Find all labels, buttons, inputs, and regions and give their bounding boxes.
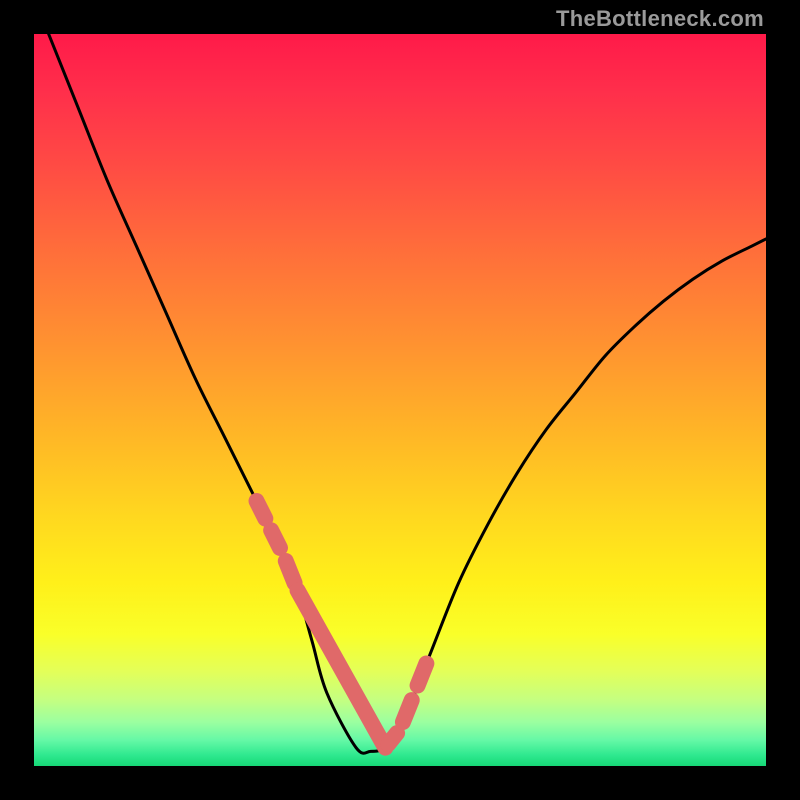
plot-area <box>34 34 766 766</box>
curve-layer <box>34 34 766 766</box>
highlight-segment <box>286 561 295 583</box>
highlight-segment <box>388 733 397 744</box>
watermark-label: TheBottleneck.com <box>556 6 764 32</box>
bottleneck-curve <box>49 34 766 753</box>
highlight-segment <box>257 501 266 519</box>
highlight-segment <box>271 530 280 548</box>
chart-container: TheBottleneck.com <box>0 0 800 800</box>
highlight-segment <box>403 700 412 722</box>
highlight-markers <box>257 501 427 748</box>
highlight-segment <box>418 664 427 686</box>
